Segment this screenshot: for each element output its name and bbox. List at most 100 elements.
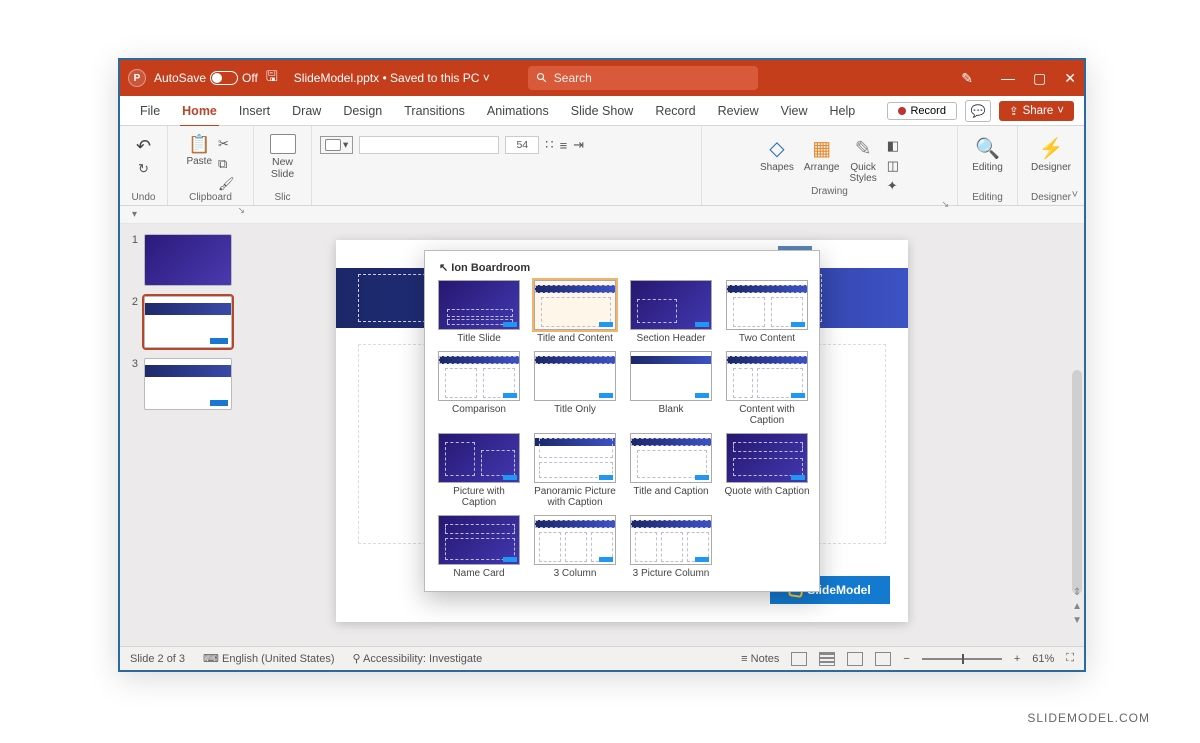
layout-option[interactable]: Quote with Caption — [723, 433, 811, 509]
normal-view-icon[interactable] — [791, 652, 807, 666]
shape-fill-icon[interactable]: ◧ — [887, 138, 899, 154]
tab-file[interactable]: File — [130, 100, 170, 122]
font-size-dropdown[interactable]: 54 — [505, 136, 539, 154]
layout-option-label: Title Only — [554, 404, 596, 416]
autosave-toggle[interactable]: AutoSave Off — [154, 71, 258, 85]
quick-styles-button[interactable]: ✎Quick Styles — [849, 136, 876, 184]
title-bar: P AutoSave Off 🖫 SlideModel.pptx • Saved… — [120, 60, 1084, 96]
layout-option[interactable]: Title Only — [531, 351, 619, 427]
layout-option[interactable]: Title Slide — [435, 280, 523, 345]
maximize-button[interactable]: ▢ — [1033, 70, 1046, 87]
layout-option-label: 3 Picture Column — [633, 568, 710, 580]
slide-indicator[interactable]: Slide 2 of 3 — [130, 653, 185, 665]
autosave-label: AutoSave — [154, 71, 206, 85]
editing-button[interactable]: 🔍Editing — [972, 130, 1003, 173]
slide-nav-arrows[interactable]: ⇕▲▼ — [1072, 587, 1082, 626]
tab-design[interactable]: Design — [333, 100, 392, 122]
designer-icon: ⚡ — [1039, 136, 1064, 161]
slide-editor[interactable]: SlideModel ⇕▲▼ ↖ Ion Boardroom Title Sli… — [240, 224, 1084, 646]
collapse-ribbon-icon[interactable]: ˅ — [1072, 189, 1078, 201]
tab-home[interactable]: Home — [172, 100, 227, 122]
numbering-icon[interactable]: ≡ — [560, 138, 568, 153]
indent-icon[interactable]: ⇥ — [573, 137, 584, 153]
paste-button[interactable]: 📋Paste — [186, 134, 212, 167]
tab-insert[interactable]: Insert — [229, 100, 280, 122]
sorter-view-icon[interactable] — [819, 652, 835, 666]
layout-option[interactable]: Content with Caption — [723, 351, 811, 427]
redo-icon[interactable]: ↻ — [138, 161, 149, 177]
qat-overflow-icon[interactable]: ▾ — [132, 209, 137, 220]
record-button[interactable]: Record — [887, 102, 956, 120]
tab-record[interactable]: Record — [645, 100, 705, 122]
group-clipboard-label: Clipboard — [189, 192, 232, 203]
layout-option[interactable]: Name Card — [435, 515, 523, 580]
shapes-button[interactable]: ◇Shapes — [760, 136, 794, 173]
dialog-launcher-icon[interactable]: ↘ — [237, 205, 245, 216]
vertical-scrollbar[interactable] — [1072, 370, 1082, 594]
layout-option[interactable]: Picture with Caption — [435, 433, 523, 509]
zoom-out-button[interactable]: − — [903, 653, 909, 665]
share-button[interactable]: ⇪Share˅ — [999, 101, 1074, 121]
tab-transitions[interactable]: Transitions — [394, 100, 475, 122]
layout-option[interactable]: Section Header — [627, 280, 715, 345]
copy-icon[interactable]: ⧉ — [218, 156, 235, 172]
fit-to-window-icon[interactable]: ⛶ — [1066, 652, 1074, 665]
zoom-level[interactable]: 61% — [1032, 653, 1054, 665]
tab-slideshow[interactable]: Slide Show — [561, 100, 644, 122]
thumbnail-1[interactable]: 1 — [128, 234, 232, 286]
window-controls: ✎ — ▢ ✕ — [961, 70, 1076, 87]
language-indicator[interactable]: ⌨ English (United States) — [203, 652, 334, 665]
layout-option[interactable]: Panoramic Picture with Caption — [531, 433, 619, 509]
toggle-switch-icon[interactable] — [210, 71, 238, 85]
zoom-slider[interactable] — [922, 658, 1002, 660]
slide-thumbnails-panel[interactable]: 1 2 3 — [120, 224, 240, 646]
tab-animations[interactable]: Animations — [477, 100, 559, 122]
status-bar: Slide 2 of 3 ⌨ English (United States) ⚲… — [120, 646, 1084, 670]
qat-overflow-row: ▾ — [120, 206, 1084, 224]
reading-view-icon[interactable] — [847, 652, 863, 666]
chevron-down-icon: ˅ — [483, 71, 490, 85]
cursor-icon: ↖ — [439, 262, 448, 274]
shape-outline-icon[interactable]: ◫ — [887, 158, 899, 174]
notes-button[interactable]: ≡ Notes — [741, 653, 779, 665]
layout-option[interactable]: Two Content — [723, 280, 811, 345]
dialog-launcher-icon[interactable]: ↘ — [941, 199, 949, 210]
zoom-in-button[interactable]: + — [1014, 653, 1020, 665]
thumbnail-3[interactable]: 3 — [128, 358, 232, 410]
layout-option-label: Picture with Caption — [436, 486, 522, 509]
designer-button[interactable]: ⚡Designer — [1031, 130, 1071, 173]
save-icon[interactable]: 🖫 — [266, 66, 278, 90]
accessibility-indicator[interactable]: ⚲ Accessibility: Investigate — [352, 652, 482, 665]
comments-button[interactable]: 💬 — [965, 100, 991, 122]
search-box[interactable]: Search — [528, 66, 758, 90]
cut-icon[interactable]: ✂ — [218, 136, 235, 152]
new-slide-button[interactable]: New Slide — [270, 130, 296, 180]
layout-option[interactable]: 3 Column — [531, 515, 619, 580]
tab-help[interactable]: Help — [819, 100, 865, 122]
thumbnail-2[interactable]: 2 — [128, 296, 232, 348]
layout-option-label: Quote with Caption — [724, 486, 809, 498]
layout-option-label: Name Card — [453, 568, 504, 580]
arrange-button[interactable]: ▦Arrange — [804, 136, 840, 173]
layout-option[interactable]: Title and Caption — [627, 433, 715, 509]
layout-option[interactable]: Blank — [627, 351, 715, 427]
layout-dropdown-button[interactable]: ▾ — [320, 136, 353, 154]
slideshow-view-icon[interactable] — [875, 652, 891, 666]
bullets-icon[interactable]: ∷ — [545, 137, 553, 153]
undo-icon[interactable]: ↶ — [136, 136, 151, 157]
workspace: 1 2 3 SlideModel — [120, 224, 1084, 646]
close-button[interactable]: ✕ — [1064, 70, 1076, 87]
app-icon: P — [128, 69, 146, 87]
layout-option[interactable]: Comparison — [435, 351, 523, 427]
shape-effects-icon[interactable]: ✦ — [887, 178, 899, 194]
tab-draw[interactable]: Draw — [282, 100, 331, 122]
font-family-dropdown[interactable] — [359, 136, 499, 154]
file-name[interactable]: SlideModel.pptx • Saved to this PC ˅ — [294, 71, 490, 85]
layout-option[interactable]: Title and Content — [531, 280, 619, 345]
layout-option[interactable]: 3 Picture Column — [627, 515, 715, 580]
mic-icon[interactable]: ✎ — [961, 70, 973, 87]
tab-review[interactable]: Review — [708, 100, 769, 122]
minimize-button[interactable]: — — [1001, 70, 1015, 86]
tab-view[interactable]: View — [771, 100, 818, 122]
format-painter-icon[interactable]: 🖌 — [218, 176, 235, 192]
